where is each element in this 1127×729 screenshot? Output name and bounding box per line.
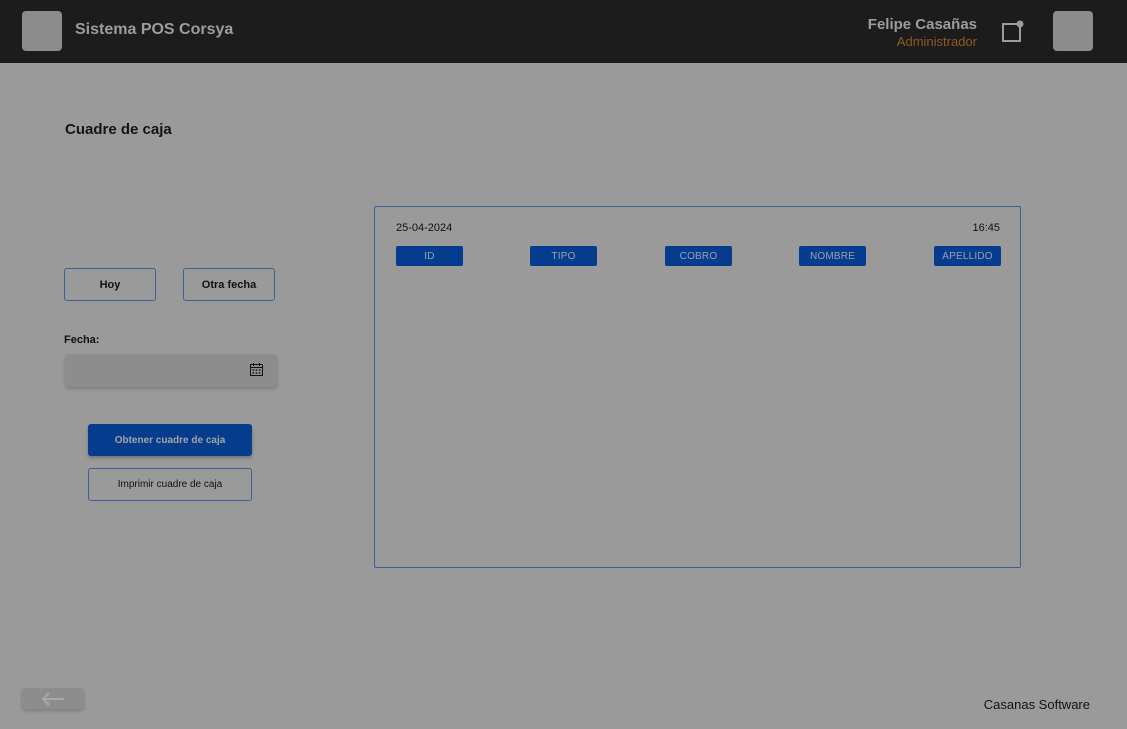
- print-cash-report-button[interactable]: Imprimir cuadre de caja: [88, 468, 252, 501]
- calendar-icon[interactable]: [250, 363, 263, 376]
- report-time: 16:45: [972, 222, 1000, 234]
- avatar[interactable]: [1053, 11, 1093, 51]
- today-button[interactable]: Hoy: [64, 268, 156, 301]
- page-title: Cuadre de caja: [65, 121, 172, 138]
- cash-report-panel: 25-04-2024 16:45 ID TIPO COBRO NOMBRE AP…: [374, 206, 1021, 568]
- column-header-id: ID: [396, 246, 463, 266]
- column-header-tipo: TIPO: [530, 246, 597, 266]
- column-header-nombre: NOMBRE: [799, 246, 866, 266]
- column-header-cobro: COBRO: [665, 246, 732, 266]
- app-title: Sistema POS Corsya: [75, 21, 234, 38]
- app-logo[interactable]: [22, 11, 62, 51]
- other-date-button[interactable]: Otra fecha: [183, 268, 275, 301]
- top-bar: Sistema POS Corsya Felipe Casañas Admini…: [0, 0, 1127, 63]
- user-role: Administrador: [896, 34, 977, 49]
- column-header-apellido: APELLIDO: [934, 246, 1001, 266]
- notification-icon[interactable]: [1001, 20, 1025, 44]
- footer-brand: Casanas Software: [983, 697, 1090, 712]
- arrow-left-icon: [41, 691, 64, 706]
- back-button[interactable]: [22, 688, 84, 709]
- user-name: Felipe Casañas: [867, 16, 977, 33]
- get-cash-report-button[interactable]: Obtener cuadre de caja: [88, 424, 252, 456]
- date-label: Fecha:: [64, 334, 100, 346]
- report-date: 25-04-2024: [396, 222, 453, 234]
- date-input[interactable]: [65, 354, 277, 387]
